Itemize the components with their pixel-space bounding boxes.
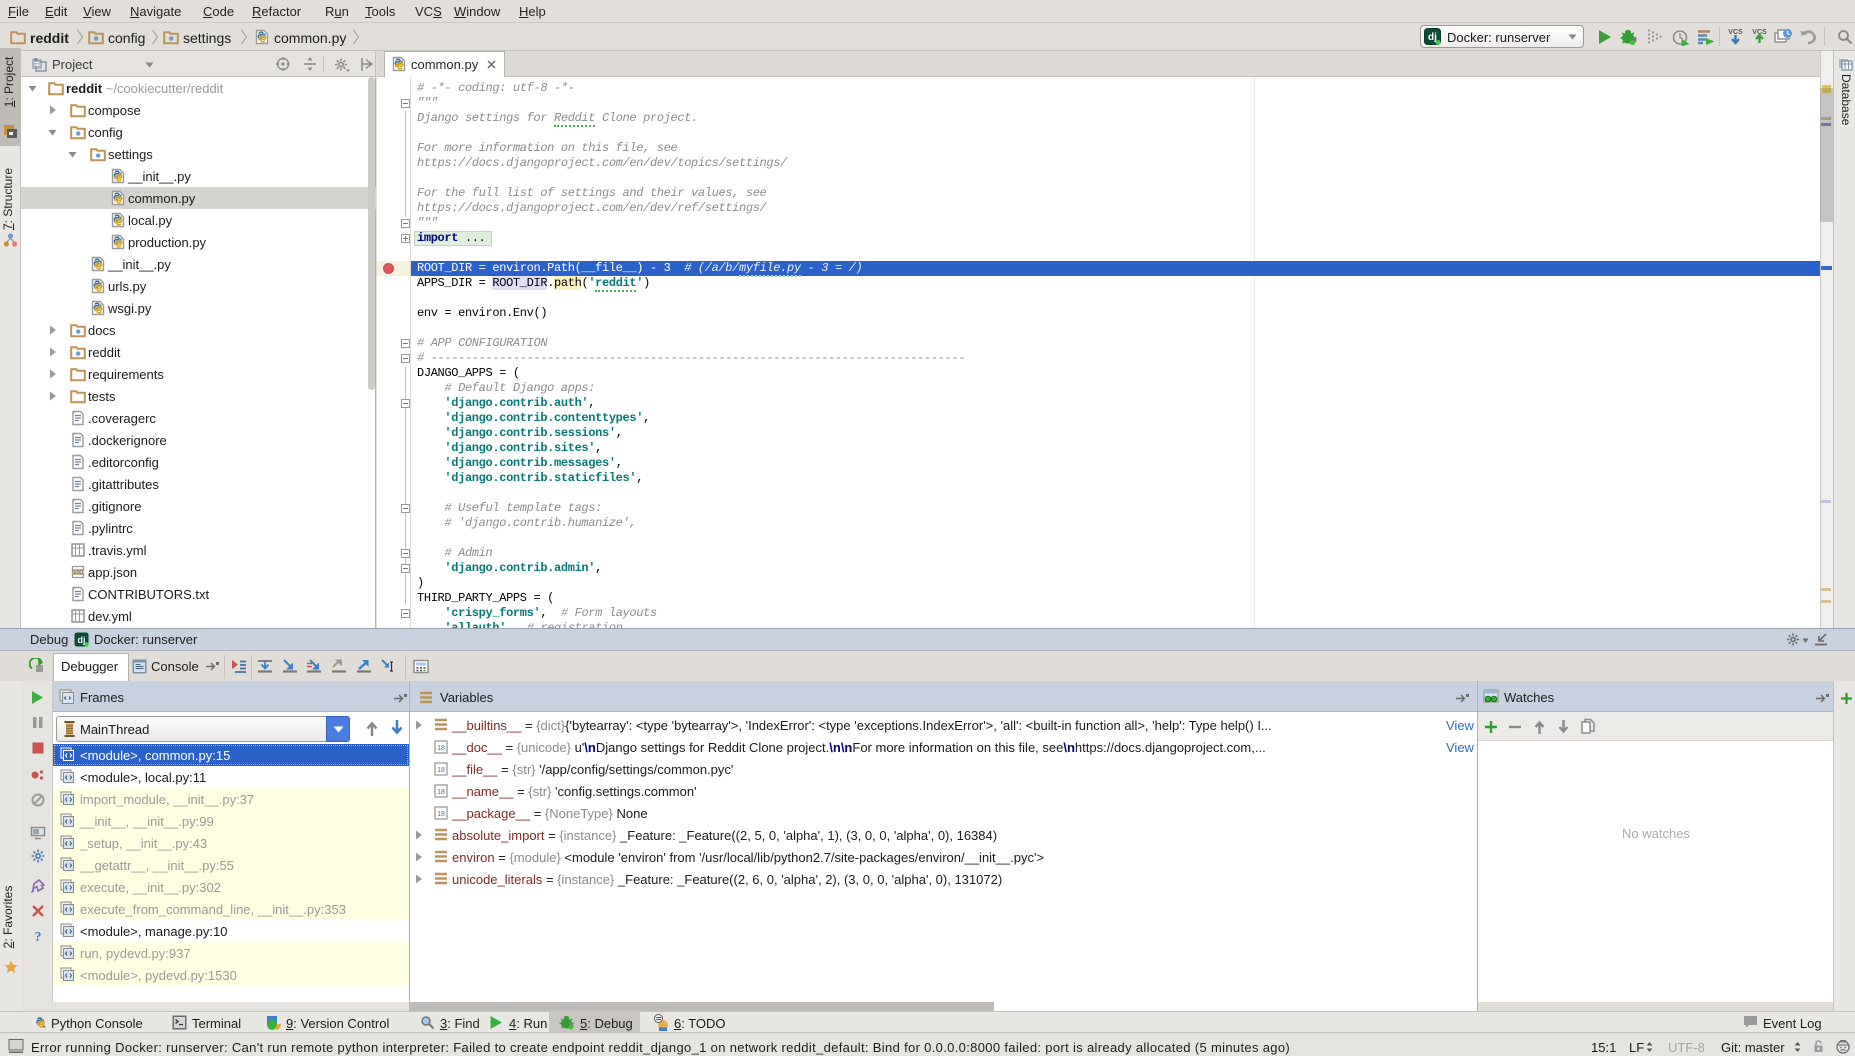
svg-text:18: 18 xyxy=(437,767,445,774)
svg-text:18: 18 xyxy=(437,745,445,752)
svg-text:18: 18 xyxy=(437,789,445,796)
svg-text:dj: dj xyxy=(78,635,86,645)
svg-text:VCS: VCS xyxy=(1728,29,1743,36)
svg-text:?: ? xyxy=(35,930,42,944)
svg-text:dj: dj xyxy=(1428,32,1437,43)
svg-text:JSON: JSON xyxy=(72,570,84,575)
svg-text:18: 18 xyxy=(437,811,445,818)
